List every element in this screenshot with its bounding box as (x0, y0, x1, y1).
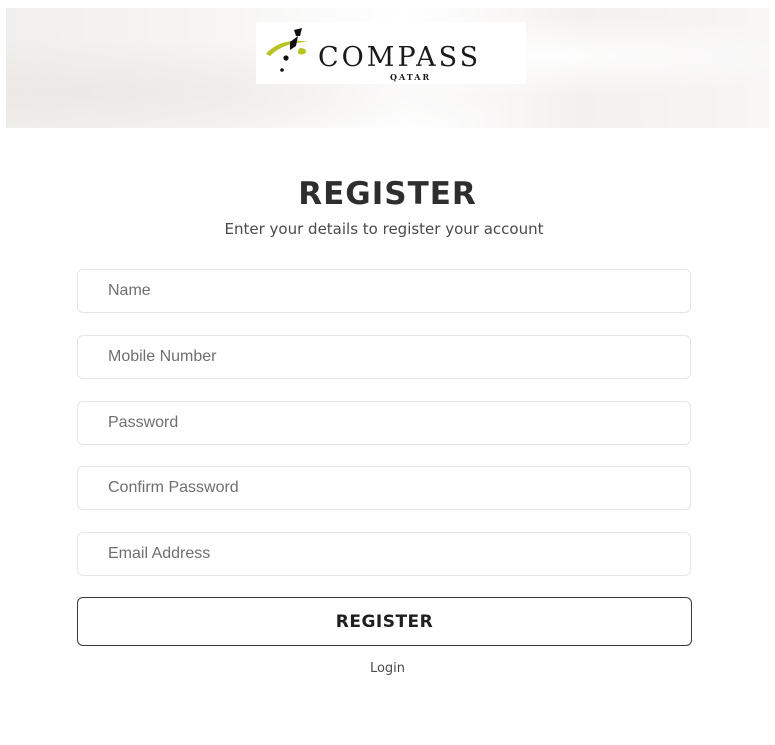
compass-qatar-logo: COMPASS QATAR (256, 22, 526, 84)
register-page: COMPASS QATAR REGISTER Enter your detail… (0, 0, 775, 745)
confirm-password-input[interactable] (77, 466, 691, 510)
header-banner: COMPASS QATAR (6, 8, 770, 128)
compass-swoosh-icon (266, 28, 308, 72)
page-subtitle: Enter your details to register your acco… (224, 220, 544, 238)
name-input[interactable] (77, 269, 691, 313)
register-button[interactable]: REGISTER (77, 597, 692, 646)
logo-subtext: QATAR (390, 72, 432, 82)
login-link[interactable]: Login (0, 661, 775, 676)
logo-wordmark: COMPASS (318, 42, 482, 73)
page-title: REGISTER (298, 176, 477, 212)
email-address-input[interactable] (77, 532, 691, 576)
mobile-number-input[interactable] (77, 335, 691, 379)
password-input[interactable] (77, 401, 691, 445)
